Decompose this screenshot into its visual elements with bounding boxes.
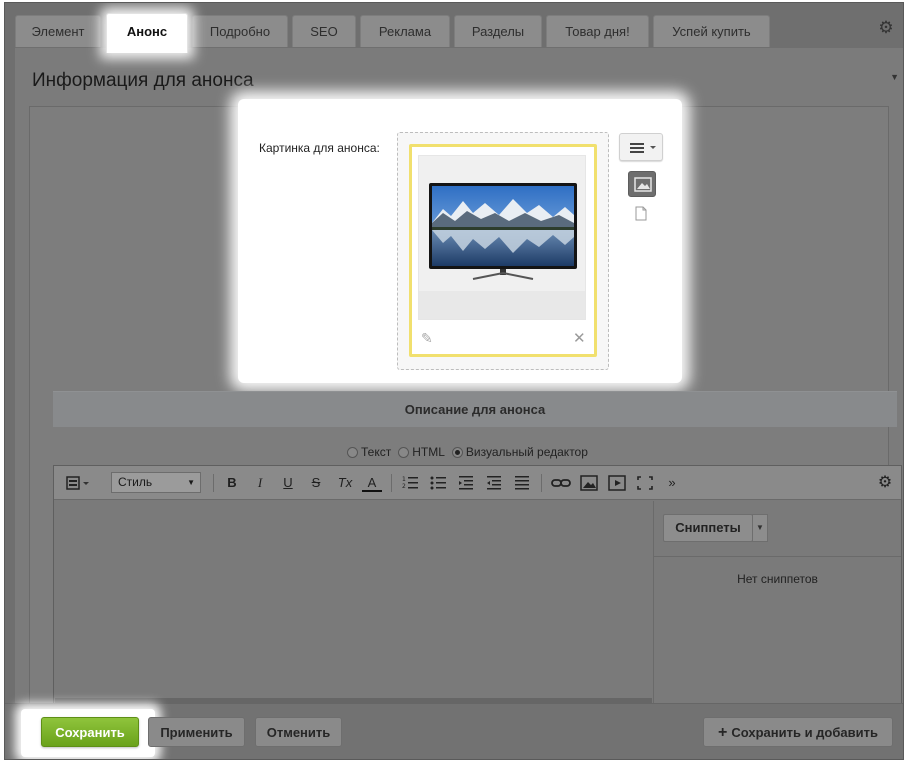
radio-text-label: Текст	[361, 445, 392, 459]
editor-toolbar: Стиль ▼ B I U S Tx A 12 » ⚙	[54, 466, 901, 500]
strikethrough-icon[interactable]: S	[306, 473, 326, 493]
cancel-button[interactable]: Отменить	[255, 717, 342, 747]
close-icon[interactable]: ✕	[573, 329, 586, 347]
link-icon[interactable]	[550, 473, 572, 493]
style-select[interactable]: Стиль ▼	[111, 472, 201, 493]
tv-image	[429, 183, 577, 280]
radio-html[interactable]: HTML	[398, 445, 445, 459]
tab-deal-of-day[interactable]: Товар дня!	[546, 15, 649, 47]
picture-icon	[634, 177, 652, 192]
editor-content-area[interactable]	[55, 501, 652, 689]
gear-icon[interactable]: ⚙	[877, 19, 895, 37]
outdent-icon[interactable]	[456, 473, 476, 493]
description-header: Описание для анонса	[53, 391, 897, 427]
tab-element[interactable]: Элемент	[15, 15, 101, 47]
underline-icon[interactable]: U	[278, 473, 298, 493]
apply-button[interactable]: Применить	[148, 717, 245, 747]
visual-editor: Стиль ▼ B I U S Tx A 12 » ⚙ Сниппеты ▼ Н…	[53, 465, 902, 706]
chevron-down-icon[interactable]: ▼	[752, 514, 768, 542]
section-title: Информация для анонса	[32, 70, 254, 91]
preview-image-label: Картинка для анонса:	[259, 141, 380, 155]
svg-text:2: 2	[402, 483, 406, 490]
fullscreen-icon[interactable]	[634, 473, 656, 493]
radio-visual-label: Визуальный редактор	[465, 445, 588, 459]
save-button[interactable]: Сохранить	[41, 717, 139, 747]
ordered-list-icon[interactable]: 12	[400, 473, 420, 493]
indent-icon[interactable]	[484, 473, 504, 493]
tab-bar: Элемент Анонс Подробно SEO Реклама Разде…	[15, 13, 903, 53]
image-mode-button[interactable]	[628, 171, 656, 197]
hamburger-icon	[630, 143, 656, 153]
tab-seo[interactable]: SEO	[292, 15, 356, 47]
file-icon[interactable]	[635, 206, 647, 221]
radio-html-label: HTML	[412, 445, 445, 459]
settings-icon[interactable]: ⚙	[875, 473, 895, 493]
pencil-icon[interactable]: ✎	[421, 330, 433, 347]
image-menu-button[interactable]	[619, 133, 663, 161]
admin-frame: Элемент Анонс Подробно SEO Реклама Разде…	[4, 2, 904, 760]
editor-mode-radios: Текст HTML Визуальный редактор	[347, 445, 588, 459]
collapse-arrow-icon[interactable]: ▼	[890, 72, 899, 82]
save-and-add-button[interactable]: + Сохранить и добавить	[703, 717, 893, 747]
more-icon[interactable]: »	[662, 473, 682, 493]
snippets-panel: Сниппеты ▼ Нет сниппетов	[653, 501, 901, 706]
tab-sections[interactable]: Разделы	[454, 15, 542, 47]
radio-visual[interactable]: Визуальный редактор	[451, 445, 588, 459]
tab-ads[interactable]: Реклама	[360, 15, 450, 47]
svg-text:1: 1	[402, 476, 406, 483]
snippets-button[interactable]: Сниппеты	[663, 514, 753, 542]
justify-icon[interactable]	[512, 473, 532, 493]
image-icon[interactable]	[578, 473, 600, 493]
radio-text[interactable]: Текст	[347, 445, 391, 459]
tab-details[interactable]: Подробно	[192, 15, 288, 47]
clear-format-icon[interactable]: Tx	[334, 473, 356, 493]
font-color-icon[interactable]: A	[362, 473, 382, 492]
save-and-add-label: Сохранить и добавить	[731, 725, 878, 740]
video-icon[interactable]	[606, 473, 628, 493]
tab-hurry-buy[interactable]: Успей купить	[653, 15, 770, 47]
template-icon[interactable]	[62, 473, 92, 493]
bold-icon[interactable]: B	[222, 473, 242, 493]
plus-icon: +	[718, 724, 728, 741]
no-snippets-text: Нет сниппетов	[737, 572, 818, 586]
unordered-list-icon[interactable]	[428, 473, 448, 493]
tab-announce[interactable]: Анонс	[106, 13, 188, 53]
style-select-value: Стиль	[118, 475, 153, 489]
italic-icon[interactable]: I	[250, 473, 270, 493]
